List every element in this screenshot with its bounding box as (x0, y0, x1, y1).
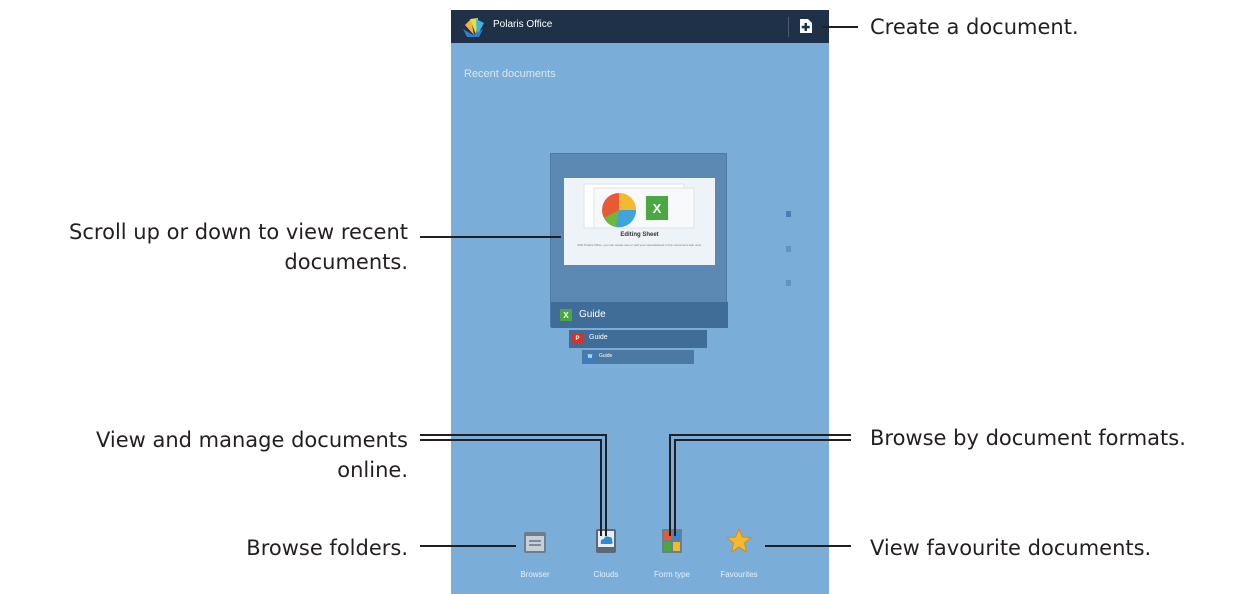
document-thumbnail: X Editing Sheet With Polaris Office, you… (564, 178, 715, 265)
nav-favourites[interactable]: Favourites (709, 527, 769, 587)
recent-document-card[interactable]: X Editing Sheet With Polaris Office, you… (550, 153, 728, 328)
callout-manage-online: View and manage documents online. (96, 425, 408, 485)
callout-create-document: Create a document. (870, 15, 1079, 39)
nav-favourites-label: Favourites (720, 570, 758, 579)
callout-line-create (822, 26, 858, 28)
thumbnail-title: Editing Sheet (620, 232, 659, 238)
document-name: Guide (579, 309, 606, 320)
recent-documents-list[interactable]: X Editing Sheet With Polaris Office, you… (550, 153, 728, 383)
create-document-button[interactable] (797, 17, 814, 35)
app-title: Polaris Office (493, 19, 553, 30)
callout-browse-folders: Browse folders. (246, 536, 408, 560)
document-label-bar: X Guide (551, 302, 728, 328)
thumbnail-caption: With Polaris Office, you can create new … (577, 243, 702, 247)
callout-line-online (605, 434, 607, 536)
app-header: Polaris Office (451, 10, 829, 43)
callout-line-formats (674, 439, 851, 441)
recent-documents-title: Recent documents (464, 68, 556, 80)
callout-line-online (420, 439, 602, 441)
document-name: Guide (599, 353, 613, 359)
pdf-icon: P (572, 333, 583, 344)
form-type-icon (662, 529, 682, 553)
nav-clouds[interactable]: Clouds (576, 527, 636, 587)
scroll-indicator-dot (786, 280, 791, 286)
callout-scroll-recent: Scroll up or down to view recent documen… (69, 217, 408, 277)
callout-line-favourites (765, 545, 851, 547)
scroll-indicator-dot (786, 246, 791, 252)
callout-view-favourites: View favourite documents. (870, 536, 1152, 560)
star-icon (726, 527, 752, 554)
callout-line-formats (669, 434, 851, 436)
word-doc-icon: W (586, 353, 594, 361)
callout-line-formats (674, 439, 676, 536)
nav-browser[interactable]: Browser (505, 527, 565, 587)
document-name: Guide (589, 334, 608, 341)
folder-icon (524, 532, 546, 553)
callout-line-scroll (420, 236, 561, 238)
nav-form-type-label: Form type (653, 570, 690, 579)
callout-scroll-line-1: Scroll up or down to view recent (69, 220, 408, 244)
new-document-icon (799, 19, 812, 33)
recent-document-card[interactable]: W Guide (582, 350, 694, 364)
callout-online-line-2: online. (337, 458, 408, 482)
nav-form-type[interactable]: Form type (642, 527, 702, 587)
callout-online-line-1: View and manage documents (95, 428, 408, 452)
callout-scroll-line-2: documents. (284, 250, 408, 274)
svg-text:X: X (653, 201, 662, 216)
callout-line-folders (420, 545, 516, 547)
nav-browser-label: Browser (520, 570, 550, 579)
recent-document-card[interactable]: P Guide (569, 330, 707, 348)
polaris-office-logo-icon (463, 18, 484, 37)
callout-line-online (600, 439, 602, 536)
bottom-navigation: Browser Clouds Form type Favourites (451, 527, 829, 594)
callout-line-formats (669, 434, 671, 536)
callout-line-online (420, 434, 607, 436)
callout-browse-formats: Browse by document formats. (870, 426, 1186, 450)
polaris-office-screen: Polaris Office Recent documents X Editin… (451, 10, 829, 594)
scroll-indicator-dot (786, 211, 791, 217)
spreadsheet-icon: X (560, 309, 572, 321)
spreadsheet-thumbnail-graphic: X (583, 183, 695, 229)
nav-clouds-label: Clouds (593, 570, 619, 579)
header-divider (788, 17, 789, 37)
